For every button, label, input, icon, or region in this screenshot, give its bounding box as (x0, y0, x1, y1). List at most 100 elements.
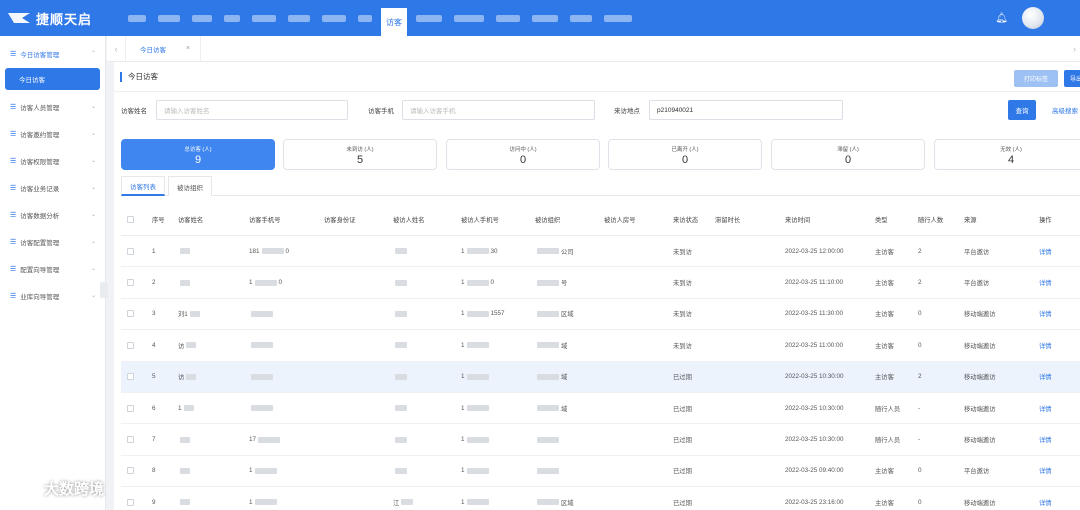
advanced-search-link[interactable]: 高级搜索 (1052, 105, 1078, 115)
page-tab-strip: ‹ 今日访客 × › (107, 35, 1080, 62)
nav-item-blurred[interactable] (564, 0, 598, 36)
redacted-block (466, 467, 489, 474)
table-row[interactable]: 1 181 0 1 30 公司 未到访 2022-03-25 12:00:00 主访客 2 平台邀访… (121, 236, 1080, 268)
detail-link[interactable]: 详情 (1039, 362, 1052, 392)
nav-item-blurred[interactable] (186, 0, 218, 36)
sidebar-item-config-wizard[interactable]: ☰ 配置向导管理 ⌄ (0, 255, 105, 282)
bell-icon[interactable]: 🔔︎ (995, 13, 1008, 24)
row-checkbox[interactable] (127, 247, 134, 255)
cell-text: 181 (249, 247, 260, 255)
visitor-name-input[interactable]: 请输入访客姓名 (156, 100, 348, 120)
cell-text: 1 (461, 436, 465, 444)
cell-text: 详情 (1039, 311, 1052, 319)
detail-link[interactable]: 详情 (1039, 299, 1052, 329)
row-checkbox[interactable] (127, 279, 134, 287)
page-tab-today-visitor[interactable]: 今日访客 × (125, 35, 202, 62)
detail-link[interactable]: 详情 (1039, 424, 1052, 454)
row-checkbox[interactable] (127, 404, 134, 412)
row-checkbox[interactable] (127, 373, 134, 381)
stat-card-not-arrived[interactable]: 未到访 (人) 5 (283, 139, 437, 170)
redacted-block (466, 342, 489, 349)
header-room: 被访人房号 (604, 217, 636, 224)
stat-card-left[interactable]: 已离开 (人) 0 (608, 139, 762, 170)
cell-text: 6 (152, 404, 156, 412)
table-row[interactable]: 6 1 1 域 已过期 2022-03-25 10:30:00 随行人员 - 移动端邀访 详情 (121, 393, 1080, 425)
sidebar-item-permission[interactable]: ☰ 访客权限管理 ⌄ (0, 147, 105, 174)
header-seq: 序号 (152, 217, 165, 224)
tab-visitor-list[interactable]: 访客列表 (121, 176, 165, 196)
redacted-block (180, 248, 190, 255)
row-checkbox[interactable] (127, 436, 134, 444)
cell-host-phone: 1 (461, 362, 491, 392)
user-avatar[interactable] (1022, 7, 1044, 29)
nav-item-blurred[interactable] (490, 0, 526, 36)
table-row[interactable]: 2 1 0 1 0 号未到访 2022-03-25 11:10:00 主访客 2 平台邀访 详情 (121, 267, 1080, 299)
sidebar-item-visitor-people[interactable]: ☰ 访客人员管理 ⌄ (0, 93, 105, 120)
cell-host-phone: 1 1557 (461, 299, 505, 329)
cell-text: 1 (249, 467, 253, 475)
detail-link[interactable]: 详情 (1039, 267, 1052, 297)
row-checkbox[interactable] (127, 310, 134, 318)
cell-host (393, 299, 409, 329)
cell-host: 江 (393, 487, 415, 510)
select-all-checkbox[interactable] (127, 216, 134, 223)
cell-text: 刘1 (178, 311, 188, 319)
nav-item-blurred[interactable] (218, 0, 246, 36)
sidebar-subitem-today-visitor[interactable]: 今日访客 (5, 68, 100, 90)
table-row[interactable]: 9 1 江 1 区域 已过期 2022-03-25 23:16:00 主访客 0 移动端邀访 详情 (121, 487, 1080, 510)
stat-card-total[interactable]: 总访客 (人) 9 (121, 139, 275, 170)
close-icon[interactable]: × (186, 45, 190, 52)
cell-text: 详情 (1039, 374, 1052, 382)
nav-item-blurred[interactable] (598, 0, 638, 36)
cell-companions: 2 (918, 236, 922, 266)
row-checkbox[interactable] (127, 341, 134, 349)
row-checkbox[interactable] (127, 467, 134, 475)
menu-icon: ☰ (10, 292, 17, 300)
print-label-button[interactable]: 打印标签 (1014, 70, 1058, 87)
nav-item-blurred[interactable] (410, 0, 448, 36)
cell-text: 1 (461, 279, 465, 287)
sidebar-item-invite[interactable]: ☰ 访客邀约管理 ⌄ (0, 120, 105, 147)
sidebar-item-records[interactable]: ☰ 访客业务记录 ⌄ (0, 174, 105, 201)
visitor-phone-input[interactable]: 请输入访客手机 (402, 100, 595, 120)
table-row[interactable]: 5 访 1 域 已过期 2022-03-25 10:30:00 主访客 2 移动端邀访 详情 (121, 361, 1080, 393)
detail-link[interactable]: 详情 (1039, 456, 1052, 486)
export-button[interactable]: 导出 (1064, 70, 1080, 87)
visit-place-input[interactable]: p210940021 (649, 100, 843, 120)
sidebar-item-analytics[interactable]: ☰ 访客数据分析 ⌄ (0, 201, 105, 228)
detail-link[interactable]: 详情 (1039, 487, 1052, 510)
nav-item-blurred[interactable] (526, 0, 564, 36)
table-row[interactable]: 4 访 1 域 未到访 2022-03-25 11:00:00 主访客 0 移动端邀访 详情 (121, 330, 1080, 362)
tab-visited-org[interactable]: 被访组织 (168, 176, 212, 196)
table-row[interactable]: 7 17 1 已过期 2022-03-25 10:30:00 随行人员 - 移动端邀访 详情 (121, 424, 1080, 456)
sidebar-collapse-handle[interactable] (100, 282, 108, 298)
sidebar-item-config[interactable]: ☰ 访客配置管理 ⌄ (0, 228, 105, 255)
stat-card-invalid[interactable]: 无效 (人) 4 (934, 139, 1080, 170)
nav-item-blurred[interactable] (448, 0, 490, 36)
sidebar-item-wizard[interactable]: ☰ 业库向导管理 ⌄ (0, 282, 105, 309)
search-button[interactable]: 查询 (1008, 100, 1036, 120)
cell-text: 0 (918, 341, 922, 349)
visitor-phone-label: 访客手机 (368, 108, 394, 115)
nav-item-blurred[interactable] (122, 0, 152, 36)
app-logo[interactable]: 捷顺天启 (0, 0, 118, 36)
detail-link[interactable]: 详情 (1039, 236, 1052, 266)
tab-scroll-left-icon[interactable]: ‹ (107, 44, 125, 54)
tab-scroll-right-icon[interactable]: › (1073, 44, 1076, 54)
nav-item-blurred[interactable] (352, 0, 378, 36)
page-tab-label: 今日访客 (140, 46, 166, 54)
table-row[interactable]: 3 刘1 1 1557 区域 未到访 2022-03-25 11:30:00 主访客 0 移动端邀… (121, 299, 1080, 331)
nav-item-blurred[interactable] (316, 0, 352, 36)
nav-item-blurred[interactable] (246, 0, 282, 36)
row-checkbox[interactable] (127, 498, 134, 506)
cell-org: 域 (535, 393, 567, 423)
detail-link[interactable]: 详情 (1039, 330, 1052, 360)
stat-card-stranded[interactable]: 滞留 (人) 0 (771, 139, 925, 170)
nav-item-blurred[interactable] (152, 0, 186, 36)
table-row[interactable]: 8 1 1 已过期 2022-03-25 09:40:00 主访客 0 平台邀访 详情 (121, 456, 1080, 488)
detail-link[interactable]: 详情 (1039, 393, 1052, 423)
nav-item-blurred[interactable] (282, 0, 316, 36)
sidebar-item-today-visitor[interactable]: ☰ 今日访客管理 ⌃ (0, 40, 105, 67)
nav-item-visitor[interactable]: 访客 (381, 8, 407, 36)
stat-card-visiting[interactable]: 访问中 (人) 0 (446, 139, 600, 170)
